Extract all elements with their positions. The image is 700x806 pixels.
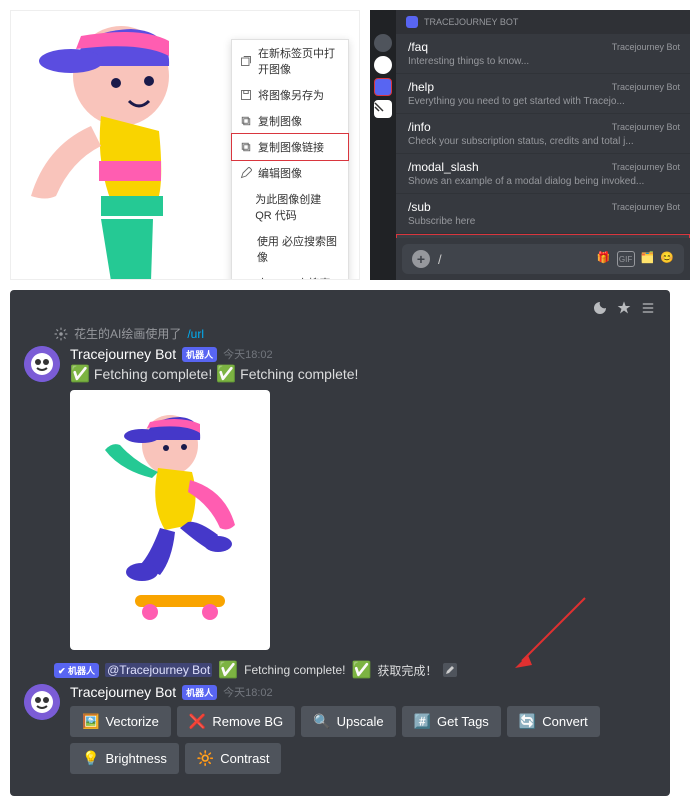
slash-command-item[interactable]: /infoCheck your subscription status, cre… [396, 114, 690, 154]
message-input-bar: + / 🎁 GIF 🗂️ 😊 [402, 244, 684, 274]
image-context-menu-panel: 在新标签页中打开图像将图像另存为复制图像复制图像链接编辑图像为此图像创建 QR … [10, 10, 360, 280]
get-tags-button[interactable]: #️⃣Get Tags [402, 706, 501, 737]
context-menu-item[interactable]: 在 Web 上搜索图像 [232, 270, 348, 280]
discord-slash-panel: TRACEJOURNEY BOT /faqInteresting things … [370, 10, 690, 280]
blank-icon [240, 201, 249, 213]
system-used-command: 花生的AI绘画使用了 /url [54, 325, 656, 342]
button-emoji: ❌ [189, 713, 206, 730]
upscale-button[interactable]: 🔍Upscale [301, 706, 395, 737]
copy-icon [240, 115, 252, 127]
convert-button[interactable]: 🔄Convert [507, 706, 600, 737]
button-emoji: 🔆 [197, 750, 214, 767]
character-illustration [10, 10, 231, 280]
moon-icon[interactable] [592, 300, 608, 319]
top-actions [24, 300, 656, 319]
slash-command-item[interactable]: /faqInteresting things to know...Tracejo… [396, 34, 690, 74]
bot-name[interactable]: Tracejourney Bot [70, 684, 176, 700]
used-command: /url [187, 327, 204, 341]
button-emoji: 🔍 [313, 713, 330, 730]
context-menu: 在新标签页中打开图像将图像另存为复制图像复制图像链接编辑图像为此图像创建 QR … [231, 39, 349, 280]
bot-message-buttons: Tracejourney Bot 机器人 今天18:02 🖼️Vectorize… [24, 684, 656, 774]
slash-command-item[interactable]: /helpEverything you need to get started … [396, 74, 690, 114]
server-icon[interactable] [374, 34, 392, 52]
check-icon: ✅ [218, 660, 238, 680]
bot-message: Tracejourney Bot 机器人 今天18:02 ✅ Fetching … [24, 346, 656, 650]
button-emoji: 🔄 [519, 713, 536, 730]
message-input[interactable]: / [438, 252, 589, 267]
bot-avatar[interactable] [24, 346, 60, 382]
bot-avatar[interactable] [24, 684, 60, 720]
button-emoji: #️⃣ [414, 713, 431, 730]
emoji-icon[interactable]: 😊 [660, 251, 674, 267]
timestamp: 今天18:02 [223, 346, 273, 362]
remove-bg-button[interactable]: ❌Remove BG [177, 706, 295, 737]
context-menu-item[interactable]: 复制图像 [232, 108, 348, 134]
context-menu-item[interactable]: 将图像另存为 [232, 82, 348, 108]
reply-reference: ✔ 机器人 @Tracejourney Bot ✅ Fetching compl… [54, 660, 656, 680]
brightness-button[interactable]: 💡Brightness [70, 743, 179, 774]
bot-response-panel: 花生的AI绘画使用了 /url Tracejourney Bot 机器人 今天1… [10, 290, 670, 796]
context-menu-item[interactable]: 复制图像链接 [231, 133, 349, 161]
edit-icon[interactable] [443, 663, 457, 677]
slash-command-item[interactable]: /urlLet the Bot work on images from the … [396, 234, 690, 238]
bot-tag: 机器人 [182, 685, 217, 700]
button-emoji: 🖼️ [82, 713, 99, 730]
context-menu-item[interactable]: 为此图像创建 QR 代码 [232, 186, 348, 228]
star-icon[interactable] [616, 300, 632, 319]
timestamp: 今天18:02 [223, 684, 273, 700]
attach-button[interactable]: + [412, 250, 430, 268]
blank-icon [240, 243, 251, 255]
bot-tag: 机器人 [182, 347, 217, 362]
server-rail [370, 10, 396, 280]
server-icon[interactable] [374, 56, 392, 74]
mention[interactable]: @Tracejourney Bot [105, 663, 212, 677]
button-emoji: 💡 [82, 750, 99, 767]
context-menu-item[interactable]: 在新标签页中打开图像 [232, 40, 348, 82]
slash-header: TRACEJOURNEY BOT [396, 10, 690, 34]
command-list: /faqInteresting things to know...Tracejo… [396, 34, 690, 238]
slash-command-item[interactable]: /subSubscribe hereTracejourney Bot [396, 194, 690, 234]
contrast-button[interactable]: 🔆Contrast [185, 743, 282, 774]
bot-name[interactable]: Tracejourney Bot [70, 346, 176, 362]
action-buttons: 🖼️Vectorize❌Remove BG🔍Upscale#️⃣Get Tags… [70, 706, 656, 774]
check-icon: ✅ [216, 364, 236, 384]
image-attachment[interactable] [70, 390, 270, 650]
server-icon[interactable] [374, 100, 392, 118]
message-text: ✅ Fetching complete! ✅ Fetching complete… [70, 364, 656, 384]
open-new-icon [240, 55, 252, 67]
server-icon-active[interactable] [374, 78, 392, 96]
save-icon [240, 89, 252, 101]
sticker-icon[interactable]: 🗂️ [641, 251, 655, 267]
gift-icon[interactable]: 🎁 [597, 251, 611, 267]
check-icon: ✅ [70, 364, 90, 384]
check-icon: ✅ [352, 660, 372, 680]
context-menu-item[interactable]: 使用 必应搜索图像 [232, 228, 348, 270]
bot-tag-mini: ✔ 机器人 [54, 663, 99, 678]
vectorize-button[interactable]: 🖼️Vectorize [70, 706, 171, 737]
gif-button[interactable]: GIF [617, 251, 635, 267]
edit-icon [240, 167, 252, 179]
menu-icon[interactable] [640, 300, 656, 319]
copy-icon [240, 141, 252, 153]
context-menu-item[interactable]: 编辑图像 [232, 160, 348, 186]
slash-command-item[interactable]: /modal_slashShows an example of a modal … [396, 154, 690, 194]
gear-icon [54, 327, 68, 341]
